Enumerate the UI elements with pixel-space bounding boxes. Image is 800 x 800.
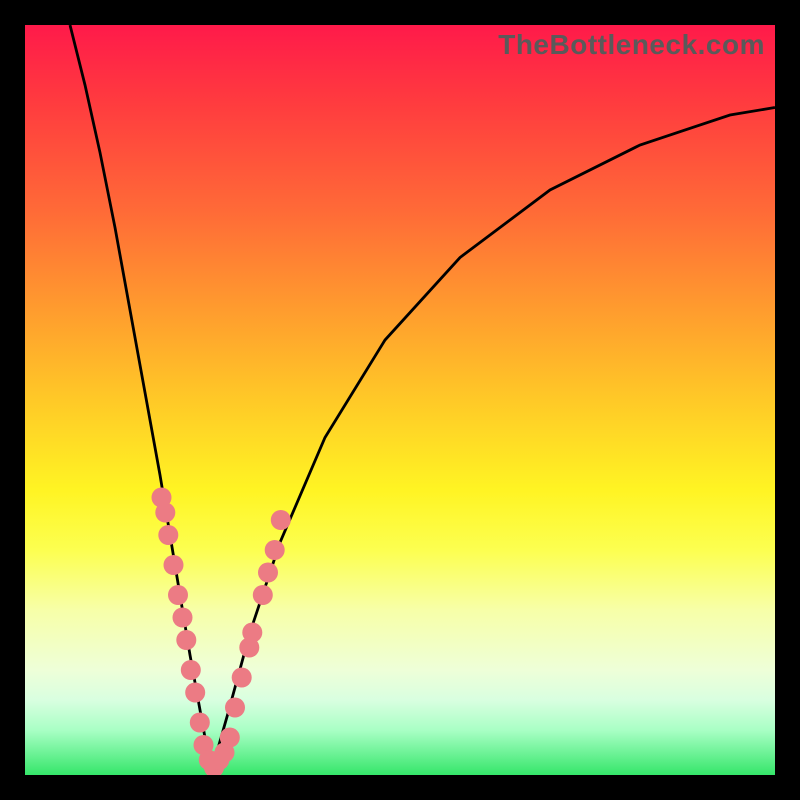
data-dot [190,713,210,733]
right-curve [213,108,776,768]
data-dot [220,728,240,748]
data-dot [253,585,273,605]
data-dot [176,630,196,650]
data-dot [173,608,193,628]
data-dot [185,683,205,703]
data-dot [168,585,188,605]
data-dot [242,623,262,643]
data-dot [258,563,278,583]
left-curve [70,25,213,768]
data-dot [265,540,285,560]
data-dot [232,668,252,688]
data-dot [155,503,175,523]
curve-overlay [25,25,775,775]
data-dot [181,660,201,680]
data-dot [158,525,178,545]
data-dot [164,555,184,575]
plot-area: TheBottleneck.com [25,25,775,775]
data-dot [271,510,291,530]
data-dot [225,698,245,718]
